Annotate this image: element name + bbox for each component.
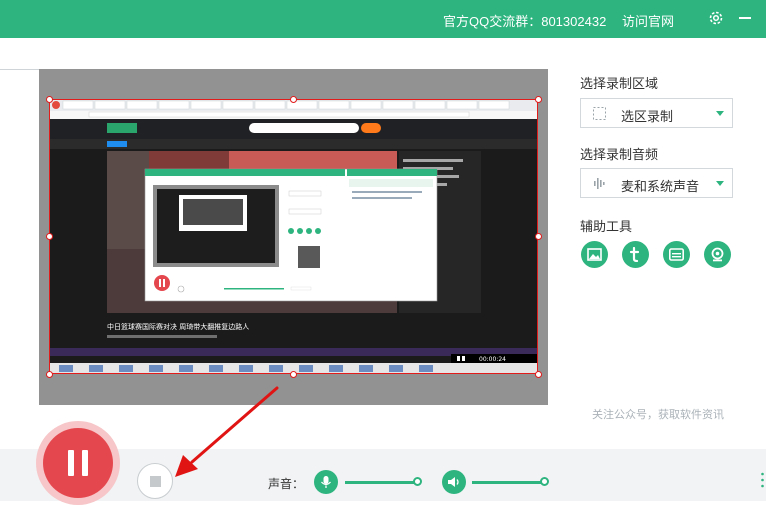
qq-group-text: 官方QQ交流群：801302432 — [443, 14, 607, 29]
speaker-volume-track[interactable] — [472, 481, 544, 484]
selection-region-icon — [593, 107, 606, 120]
speaker-button[interactable] — [442, 470, 466, 494]
left-panel-edge — [0, 69, 39, 406]
follow-account-text: 关注公众号，获取软件资讯 — [592, 409, 724, 421]
microphone-icon — [321, 476, 331, 488]
camera-icon — [711, 247, 724, 262]
chevron-down-icon — [716, 111, 724, 116]
text-icon — [629, 247, 640, 262]
pause-button[interactable] — [43, 428, 113, 498]
stop-button[interactable] — [137, 463, 173, 499]
resize-handle-right[interactable] — [535, 233, 542, 240]
resize-handle-bottom-left[interactable] — [46, 371, 53, 378]
resize-handle-bottom[interactable] — [290, 371, 297, 378]
resize-handle-bottom-right[interactable] — [535, 371, 542, 378]
subtitle-tool-button[interactable] — [663, 241, 690, 268]
audio-select-value: 麦和系统声音 — [621, 179, 700, 194]
mic-volume-track[interactable] — [345, 481, 417, 484]
sound-label: 声音： — [268, 477, 305, 491]
settings-panel: 选择录制区域 选区录制 选择录制音频 麦和系统声音 辅助工具 — [580, 68, 766, 438]
image-icon — [587, 248, 602, 261]
speaker-volume-knob[interactable] — [540, 477, 549, 486]
resize-handle-left[interactable] — [46, 233, 53, 240]
tools-label: 辅助工具 — [580, 219, 633, 234]
camera-tool-button[interactable] — [704, 241, 731, 268]
audio-label: 选择录制音频 — [580, 147, 659, 162]
region-label: 选择录制区域 — [580, 76, 659, 91]
mic-volume-knob[interactable] — [413, 477, 422, 486]
pause-icon-left-bar — [68, 450, 74, 476]
top-bar: 官方QQ交流群：801302432 访问官网 — [0, 0, 766, 38]
audio-wave-icon — [594, 178, 605, 189]
minimize-icon[interactable] — [739, 17, 751, 19]
speaker-icon — [448, 477, 459, 487]
region-select[interactable]: 选区录制 — [580, 98, 733, 128]
region-select-value: 选区录制 — [621, 109, 674, 124]
resize-handle-top[interactable] — [290, 96, 297, 103]
resize-handle-top-right[interactable] — [535, 96, 542, 103]
subtitle-icon — [669, 248, 684, 261]
stop-icon — [150, 476, 161, 487]
pause-icon-right-bar — [82, 450, 88, 476]
audio-select[interactable]: 麦和系统声音 — [580, 168, 733, 198]
text-tool-button[interactable] — [622, 241, 649, 268]
chevron-down-icon — [716, 181, 724, 186]
selection-frame[interactable] — [49, 99, 538, 374]
gear-icon[interactable] — [708, 10, 724, 26]
visit-site-link[interactable]: 访问官网 — [622, 11, 674, 30]
more-options-icon[interactable] — [761, 472, 764, 492]
image-tool-button[interactable] — [581, 241, 608, 268]
microphone-button[interactable] — [314, 470, 338, 494]
resize-handle-top-left[interactable] — [46, 96, 53, 103]
